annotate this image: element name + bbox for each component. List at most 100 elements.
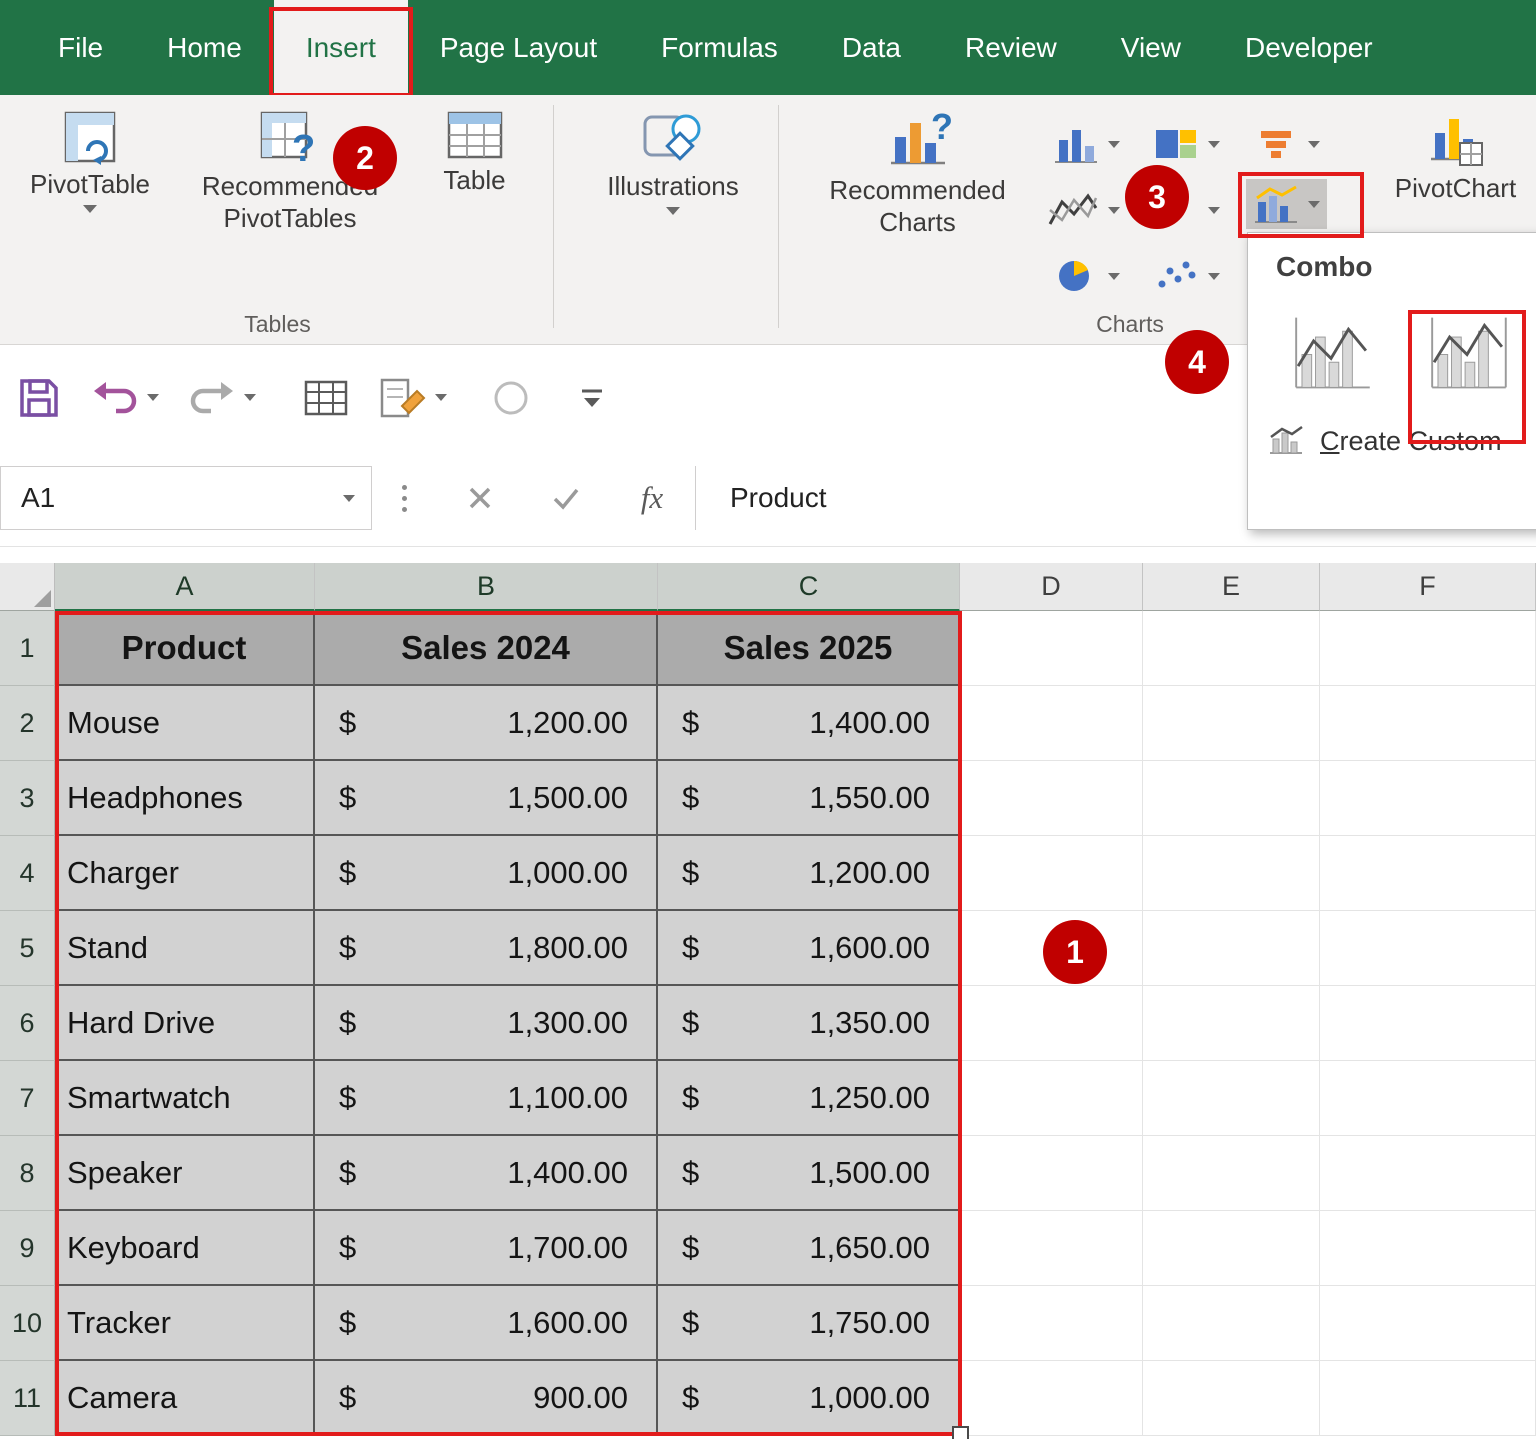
tab-view[interactable]: View — [1089, 0, 1213, 95]
cell-product[interactable]: Speaker — [55, 1136, 315, 1211]
cell-sales-2024[interactable]: $900.00 — [315, 1361, 658, 1436]
cell-sales-2025[interactable]: $1,200.00 — [658, 836, 960, 911]
combo-chart-button[interactable] — [1246, 179, 1327, 229]
cell-sales-2025[interactable]: $1,600.00 — [658, 911, 960, 986]
qat-overflow-icon — [577, 385, 607, 411]
tab-label: Insert — [306, 32, 376, 64]
insert-function-button[interactable]: fx — [609, 466, 695, 530]
cell-sales-2025[interactable]: $1,400.00 — [658, 686, 960, 761]
column-header-c[interactable]: C — [658, 563, 960, 611]
cell-sales-2024[interactable]: $1,200.00 — [315, 686, 658, 761]
cell-product[interactable]: Keyboard — [55, 1211, 315, 1286]
cell-product[interactable]: Hard Drive — [55, 986, 315, 1061]
line-chart-button[interactable] — [1040, 185, 1127, 235]
cell-sales-2024[interactable]: $1,700.00 — [315, 1211, 658, 1286]
cancel-button[interactable] — [437, 466, 523, 530]
amount: 1,800.00 — [507, 930, 628, 966]
illustrations-button[interactable]: Illustrations — [578, 109, 768, 215]
cell-product[interactable]: Smartwatch — [55, 1061, 315, 1136]
select-all-corner[interactable] — [0, 563, 55, 611]
cell-sales-2025[interactable]: $1,250.00 — [658, 1061, 960, 1136]
column-chart-button[interactable] — [1046, 119, 1127, 169]
cell-sales-2024[interactable]: $1,400.00 — [315, 1136, 658, 1211]
column-header-e[interactable]: E — [1143, 563, 1320, 611]
tab-developer[interactable]: Developer — [1213, 0, 1405, 95]
tab-formulas[interactable]: Formulas — [629, 0, 810, 95]
name-box[interactable]: A1 — [0, 466, 372, 530]
row-header[interactable]: 11 — [0, 1361, 55, 1436]
currency-symbol: $ — [339, 1080, 356, 1116]
fill-handle[interactable] — [952, 1426, 969, 1439]
cell-product[interactable]: Headphones — [55, 761, 315, 836]
row-header[interactable]: 9 — [0, 1211, 55, 1286]
row-header[interactable]: 7 — [0, 1061, 55, 1136]
tab-home[interactable]: Home — [135, 0, 274, 95]
in-progress-indicator[interactable] — [491, 378, 531, 418]
hierarchy-chart-button[interactable] — [1146, 119, 1227, 169]
row-header[interactable]: 6 — [0, 986, 55, 1061]
pivotchart-button[interactable]: PivotChart — [1378, 109, 1533, 205]
cell-sales-2024[interactable]: $1,800.00 — [315, 911, 658, 986]
cell-product[interactable]: Tracker — [55, 1286, 315, 1361]
cell-c1-sales2025-header[interactable]: Sales 2025 — [658, 611, 960, 686]
row-header[interactable]: 8 — [0, 1136, 55, 1211]
clustered-column-line-secondary-axis-option[interactable] — [1422, 305, 1514, 403]
create-custom-combo-item[interactable]: Create Custom — [1268, 425, 1536, 457]
cell-sales-2025[interactable]: $1,350.00 — [658, 986, 960, 1061]
row-header[interactable]: 10 — [0, 1286, 55, 1361]
recommended-pivottables-icon: ? — [260, 109, 320, 167]
tab-data[interactable]: Data — [810, 0, 933, 95]
cell-product[interactable]: Camera — [55, 1361, 315, 1436]
cell-sales-2025[interactable]: $1,550.00 — [658, 761, 960, 836]
clustered-column-line-option[interactable] — [1286, 305, 1378, 403]
funnel-chart-button[interactable] — [1246, 119, 1327, 169]
cell-sales-2025[interactable]: $1,650.00 — [658, 1211, 960, 1286]
row-header[interactable]: 5 — [0, 911, 55, 986]
cell-sales-2024[interactable]: $1,000.00 — [315, 836, 658, 911]
formula-bar-handle[interactable] — [402, 496, 407, 501]
pivottable-button[interactable]: PivotTable — [15, 109, 165, 213]
row-header[interactable]: 1 — [0, 611, 55, 686]
cell-sales-2025[interactable]: $1,500.00 — [658, 1136, 960, 1211]
tab-review[interactable]: Review — [933, 0, 1089, 95]
cell-sales-2024[interactable]: $1,300.00 — [315, 986, 658, 1061]
currency-symbol: $ — [339, 1230, 356, 1266]
row-header[interactable]: 3 — [0, 761, 55, 836]
row-header[interactable]: 4 — [0, 836, 55, 911]
table-button[interactable]: Table — [412, 109, 537, 197]
cell-sales-2024[interactable]: $1,500.00 — [315, 761, 658, 836]
amount: 1,250.00 — [809, 1080, 930, 1116]
cell-sales-2024[interactable]: $1,100.00 — [315, 1061, 658, 1136]
undo-button[interactable] — [90, 377, 159, 419]
edit-button[interactable] — [378, 376, 447, 420]
empty-cells-area[interactable] — [960, 611, 1536, 1436]
column-header-d[interactable]: D — [960, 563, 1143, 611]
row-header[interactable]: 2 — [0, 686, 55, 761]
save-button[interactable] — [16, 375, 62, 421]
create-custom-combo-icon — [1268, 425, 1304, 457]
cell-sales-2024[interactable]: $1,600.00 — [315, 1286, 658, 1361]
cell-product[interactable]: Stand — [55, 911, 315, 986]
chevron-down-icon — [435, 394, 447, 401]
tab-file[interactable]: File — [26, 0, 135, 95]
recommended-charts-button[interactable]: ? RecommendedCharts — [800, 109, 1035, 238]
pie-chart-button[interactable] — [1046, 251, 1127, 301]
column-header-f[interactable]: F — [1320, 563, 1536, 611]
scatter-chart-button[interactable] — [1146, 251, 1227, 301]
borders-button[interactable] — [302, 377, 350, 419]
cell-product[interactable]: Mouse — [55, 686, 315, 761]
column-header-a[interactable]: A — [55, 563, 315, 611]
currency-symbol: $ — [339, 930, 356, 966]
customize-qat-button[interactable] — [577, 385, 607, 411]
cell-product[interactable]: Charger — [55, 836, 315, 911]
column-header-b[interactable]: B — [315, 563, 658, 611]
tab-insert[interactable]: Insert — [274, 0, 408, 95]
tab-page-layout[interactable]: Page Layout — [408, 0, 629, 95]
enter-button[interactable] — [523, 466, 609, 530]
cell-b1-sales2024-header[interactable]: Sales 2024 — [315, 611, 658, 686]
cell-sales-2025[interactable]: $1,000.00 — [658, 1361, 960, 1436]
cell-sales-2025[interactable]: $1,750.00 — [658, 1286, 960, 1361]
cell-a1-product-header[interactable]: Product — [55, 611, 315, 686]
pie-chart-icon — [1053, 256, 1099, 296]
redo-button[interactable] — [187, 377, 256, 419]
